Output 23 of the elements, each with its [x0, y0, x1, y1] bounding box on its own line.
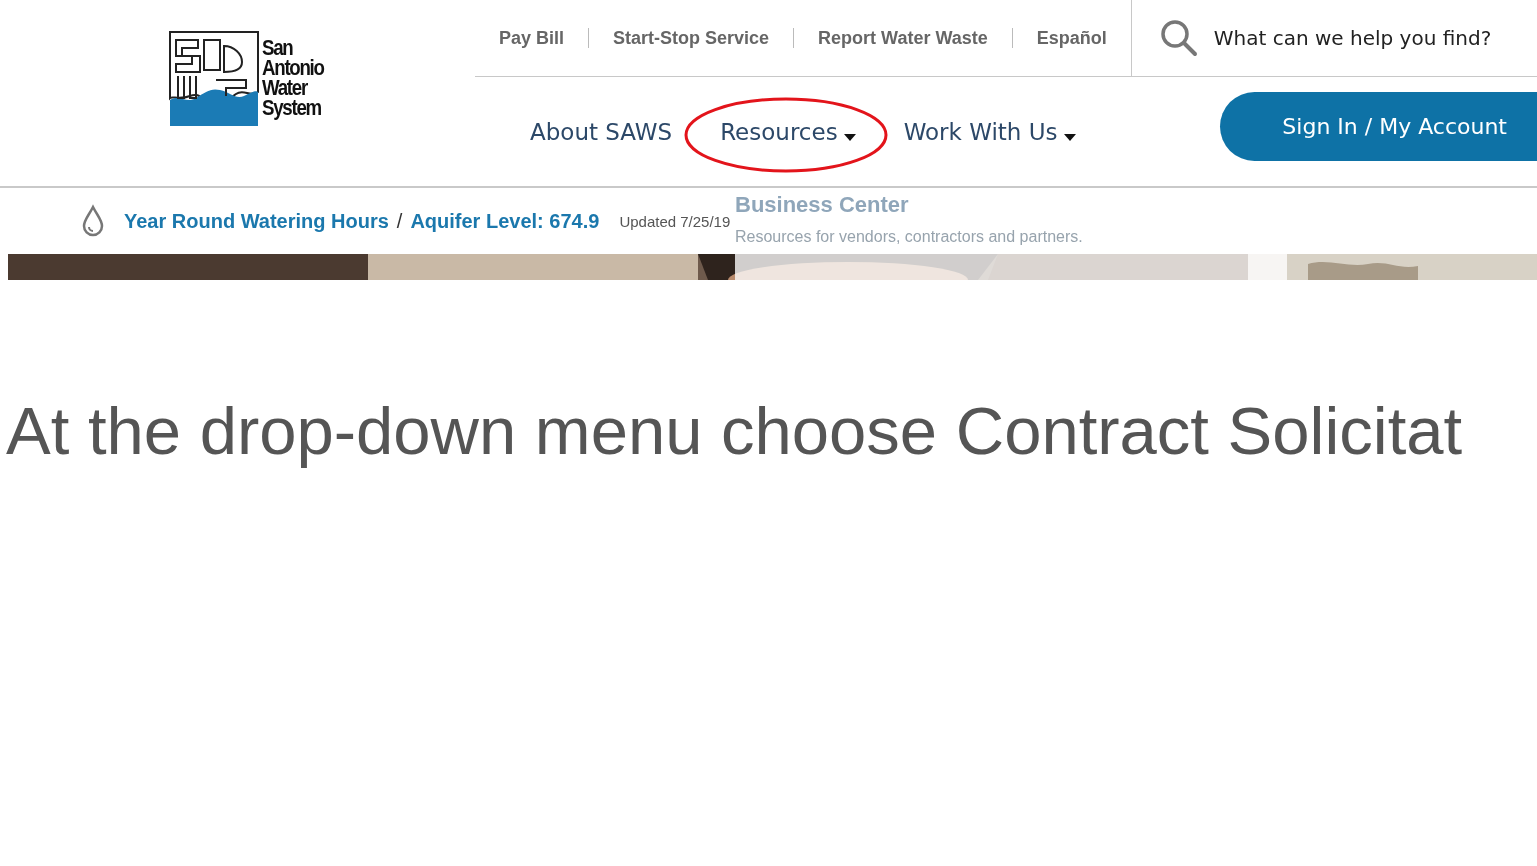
logo-text: Antonio	[262, 58, 324, 78]
nav-menu-item[interactable]: About SAWS	[530, 119, 673, 145]
slide-caption: At the drop-down menu choose Contract Solicitat	[5, 392, 1463, 469]
caret-icon	[1063, 134, 1076, 141]
utility-link[interactable]: Pay Bill	[499, 27, 565, 49]
separator-text: /	[396, 209, 403, 233]
watering-hours-link[interactable]: Year Round Watering Hours	[124, 209, 389, 233]
logo-text: San	[262, 38, 293, 58]
updated-date: Updated 7/25/19	[619, 212, 731, 230]
water-drop-icon	[80, 204, 106, 238]
caret-icon	[843, 134, 856, 141]
sign-in-button[interactable]: Sign In / My Account	[1220, 92, 1537, 161]
nav-menu-item[interactable]: Work With Us	[903, 119, 1076, 145]
dropdown-description: Resources for vendors, contractors and partners.	[735, 228, 1084, 246]
search-icon[interactable]	[1159, 19, 1198, 57]
logo-text: Water	[262, 78, 309, 98]
aquifer-level-link[interactable]: Aquifer Level: 674.9	[410, 209, 600, 233]
logo-text: System	[262, 98, 322, 118]
utility-link[interactable]: Start-Stop Service	[613, 27, 770, 49]
logo-icon	[168, 30, 260, 128]
search-field[interactable]: What can we help you find?	[1213, 26, 1514, 50]
utility-link[interactable]: Report Water Waste	[818, 27, 988, 49]
utility-link[interactable]: Español	[1036, 27, 1107, 49]
